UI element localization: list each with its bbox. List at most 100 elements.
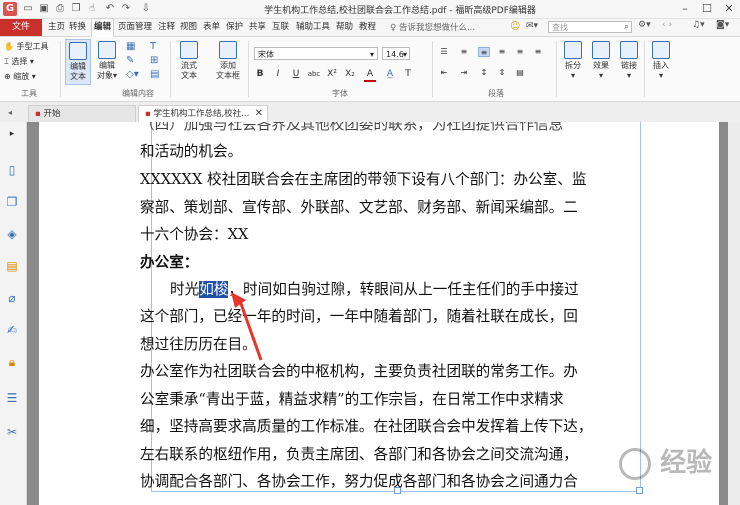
divider [644,41,645,97]
tab-start-label: 开始 [43,109,61,119]
pointer-icon[interactable]: ☝ [86,3,98,15]
edit-object-button[interactable]: 编辑 对象▾ [94,39,120,85]
file-menu[interactable]: 文件 [0,19,42,36]
watermark-logo: 经验 [619,442,740,502]
shape-icon[interactable]: ◇▾ [126,69,139,80]
layer-icon[interactable]: ▤ [150,69,159,80]
menu-home[interactable]: 主页 [48,19,65,36]
brush-icon[interactable]: ✎ [126,55,134,66]
tools-icon[interactable]: ✂ [4,424,20,440]
numbered-list-icon[interactable]: ≡ [458,47,470,57]
copy-icon[interactable]: ❐ [70,3,82,15]
tab-menu-icon[interactable]: ◂ [8,108,12,117]
attachment-icon[interactable]: ⌀ [4,290,20,306]
zoom-tool[interactable]: ⊕ 缩放 ▾ [4,71,36,82]
print-icon[interactable]: ⎙ [54,3,66,15]
vertical-scrollbar[interactable] [728,122,740,505]
save-icon[interactable]: ▣ [38,3,50,15]
doc-line: 左右联系的枢纽作用，负责主席团、各部门和各协会之间交流沟通， [140,446,578,463]
flow-text-button[interactable]: 流式 文本 [176,39,202,85]
menu-protect[interactable]: 保护 [226,19,243,36]
menu-edit[interactable]: 编辑 [91,18,115,37]
para-options-icon[interactable]: ▤ [514,68,526,78]
close-icon[interactable]: ✕ [720,2,738,16]
settings-icon[interactable]: ⚙▾ [638,20,651,30]
justify-icon[interactable]: ≡ [532,47,544,57]
pages-icon[interactable]: ❐ [4,194,20,210]
divider [60,41,61,97]
mail-icon[interactable]: ✉▾ [526,21,538,31]
tab-document[interactable]: ▪ 学生机构工作总结,校社... ✕ [138,105,268,122]
menu-comment[interactable]: 注释 [158,19,175,36]
customize-icon[interactable]: ⇩ [140,3,152,15]
text-scale-icon[interactable]: T [402,68,414,80]
select-tool[interactable]: ⌶ 选择 ▾ [4,56,34,67]
image-icon[interactable]: ▦ [126,41,135,52]
underline-icon[interactable]: U [290,68,302,80]
italic-icon[interactable]: I [272,68,284,80]
form-fields-icon[interactable]: ☰ [4,390,20,406]
superscript-icon[interactable]: X² [326,68,338,80]
signature-icon[interactable]: ✍ [4,322,20,338]
bold-icon[interactable]: B [254,68,266,80]
bell-icon[interactable]: ♫▾ [692,20,705,30]
menu-page-management[interactable]: 页面管理 [118,19,152,36]
expand-panel-icon[interactable]: ▸ [4,126,20,142]
minimize-icon[interactable]: – [676,2,694,16]
menu-accessibility[interactable]: 辅助工具 [296,19,330,36]
doc-line-with-selection[interactable]: 时光如梭，时间如白驹过隙，转眼间从上一任主任们的手中接过 [170,281,579,299]
paragraph-group-label: 段落 [488,89,504,98]
para-spacing-icon[interactable]: ⇕ [496,68,508,78]
menu-tutorial[interactable]: 教程 [359,19,376,36]
prev-icon[interactable]: ‹ › [662,20,672,30]
line-spacing-icon[interactable]: ↕ [478,68,490,78]
font-group-label: 字体 [332,89,348,98]
menu-share[interactable]: 共享 [249,19,266,36]
hand-tool[interactable]: ✋ 手型工具 [4,41,49,52]
insert-icon [652,41,670,59]
align-right-icon[interactable]: ≡ [514,47,526,57]
menu-form[interactable]: 表单 [203,19,220,36]
comments-icon[interactable]: ▤ [4,258,20,274]
subscript-icon[interactable]: X₂ [344,68,356,80]
security-icon[interactable]: 🔒︎ [4,354,20,370]
insert-button[interactable]: 插入 ▾ [648,39,674,85]
open-folder-icon[interactable]: ▭ [22,3,34,15]
char-spacing-icon[interactable]: A̲ [384,68,396,80]
ribbon: ✋ 手型工具 ⌶ 选择 ▾ ⊕ 缩放 ▾ 工具 编辑 文本 编辑 对象▾ ▦ ✎… [0,37,740,102]
tell-me-box[interactable]: ♀ 告诉我您想做什么... [390,21,475,33]
align-left-icon[interactable]: ≡ [478,47,490,57]
link-object-icon[interactable]: ⊞ [150,55,158,66]
menu-connect[interactable]: 互联 [272,19,289,36]
selected-text[interactable]: 如梭 [199,281,229,298]
link-label: 链接 [621,61,637,70]
text-t-icon[interactable]: T [150,41,156,52]
search-input[interactable]: 查找 ⌕ [548,21,632,33]
redo-icon[interactable]: ↷ [120,3,132,15]
add-text-box-button[interactable]: 添加 文本框 [212,39,244,85]
tab-start[interactable]: ▪ 开始 [28,105,136,122]
indent-increase-icon[interactable]: ⇥ [458,68,470,78]
font-color-icon[interactable]: A [364,68,376,82]
maximize-icon[interactable]: ☐ [698,2,716,16]
strikethrough-icon[interactable]: abc [306,68,322,80]
edit-text-button[interactable]: 编辑 文本 [65,39,91,85]
effect-button[interactable]: 效果 ▾ [588,39,614,85]
layers-icon[interactable]: ◈ [4,226,20,242]
indent-decrease-icon[interactable]: ⇤ [438,68,450,78]
bookmark-icon[interactable]: ▯ [4,162,20,178]
menu-help[interactable]: 帮助 [336,19,353,36]
split-button[interactable]: 拆分 ▾ [560,39,586,85]
doc-line: 协调配合各部门、各协会工作，努力促成各部门和各协会之间通力合 [140,473,578,490]
user-icon[interactable]: ◙▾ [716,20,729,30]
smiley-icon[interactable]: ☺ [510,21,520,32]
menu-view[interactable]: 视图 [180,19,197,36]
undo-icon[interactable]: ↶ [104,3,116,15]
bullet-list-icon[interactable]: ☰ [438,47,450,57]
align-center-icon[interactable]: ≡ [496,47,508,57]
link-button[interactable]: 链接 ▾ [616,39,642,85]
font-family-select[interactable]: 宋体 ▾ [254,47,378,60]
close-tab-icon[interactable]: ✕ [255,106,263,122]
font-size-select[interactable]: 14.6 ▾ [382,47,410,60]
menu-convert[interactable]: 转换 [69,19,86,36]
